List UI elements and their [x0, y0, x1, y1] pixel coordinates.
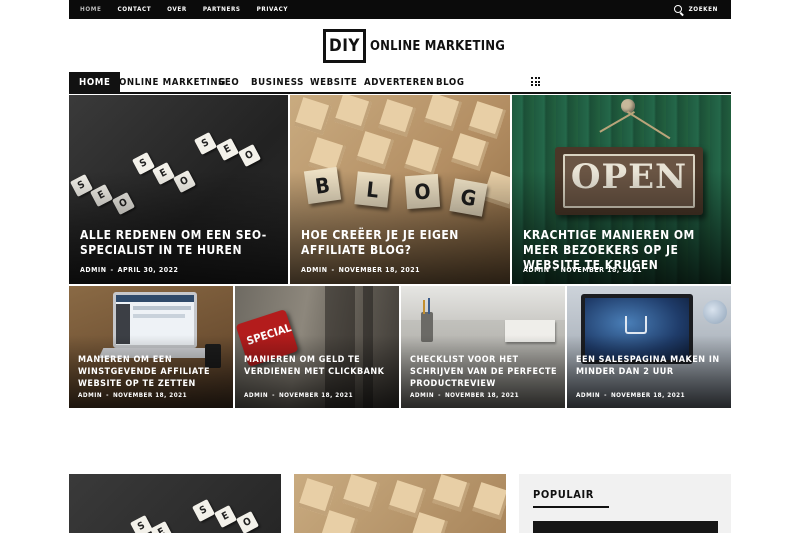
post-date: NOVEMBER 18, 2021 — [610, 392, 686, 399]
search-icon[interactable] — [673, 4, 684, 15]
post-author[interactable]: ADMIN — [78, 392, 102, 399]
post-card-1[interactable]: MANIEREN OM EEN WINSTGEVENDE AFFILIATE W… — [69, 286, 233, 408]
post-meta: ADMIN - NOVEMBER 18, 2021 — [576, 392, 686, 399]
post-card-3[interactable]: CHECKLIST VOOR HET SCHRIJVEN VAN DE PERF… — [401, 286, 565, 408]
featured-post-1[interactable]: S E O S E O S E O ALLE REDENEN OM EEN SE… — [69, 95, 288, 284]
top-menu-over[interactable]: OVER — [167, 6, 187, 13]
post-author[interactable]: ADMIN — [244, 392, 268, 399]
post-author[interactable]: ADMIN — [576, 392, 600, 399]
main-nav: HOME ONLINE MARKETING SEO BUSINESS WEBSI… — [69, 72, 731, 94]
top-menu-privacy[interactable]: PRIVACY — [257, 6, 288, 13]
top-bar: HOME CONTACT OVER PARTNERS PRIVACY ZOEKE… — [69, 0, 731, 19]
post-title[interactable]: MANIEREN OM EEN WINSTGEVENDE AFFILIATE W… — [78, 354, 228, 390]
post-meta: ADMIN - NOVEMBER 18, 2021 — [410, 392, 520, 399]
logo-mark: DIY — [323, 29, 366, 63]
top-menu-home[interactable]: HOME — [80, 6, 101, 13]
post-date: APRIL 30, 2022 — [117, 266, 179, 274]
top-menu: HOME CONTACT OVER PARTNERS PRIVACY — [80, 0, 304, 19]
mega-menu-grid-icon[interactable] — [531, 77, 540, 86]
post-date: NOVEMBER 18, 2021 — [278, 392, 354, 399]
sidebar-heading-underline — [533, 506, 609, 508]
post-card-2[interactable]: SPECIAL MANIEREN OM GELD TE VERDIENEN ME… — [235, 286, 399, 408]
post-meta: ADMIN - NOVEMBER 18, 2021 — [244, 392, 354, 399]
popular-sidebar: POPULAIR — [519, 474, 731, 533]
post-title[interactable]: CHECKLIST VOOR HET SCHRIJVEN VAN DE PERF… — [410, 354, 560, 390]
search-button[interactable]: ZOEKEN — [673, 0, 718, 19]
logo-mark-text: DIY — [329, 36, 360, 56]
nav-item-business[interactable]: BUSINESS — [251, 72, 304, 92]
post-title[interactable]: MANIEREN OM GELD TE VERDIENEN MET CLICKB… — [244, 354, 394, 378]
post-title[interactable]: HOE CREËER JE JE EIGEN AFFILIATE BLOG? — [301, 228, 506, 258]
post-author[interactable]: ADMIN — [410, 392, 434, 399]
post-thumbnail-seo[interactable]: S E S E O — [69, 474, 281, 533]
nav-item-blog[interactable]: BLOG — [436, 72, 465, 92]
site-logo[interactable]: DIY ONLINE MARKETING — [323, 29, 505, 63]
post-meta: ADMIN - APRIL 30, 2022 — [80, 266, 179, 274]
post-date: NOVEMBER 18, 2021 — [560, 266, 643, 274]
post-date: NOVEMBER 18, 2021 — [112, 392, 188, 399]
post-thumbnail-blog[interactable] — [294, 474, 506, 533]
nav-item-seo[interactable]: SEO — [218, 72, 239, 92]
post-meta: ADMIN - NOVEMBER 18, 2021 — [78, 392, 188, 399]
post-author[interactable]: ADMIN — [523, 266, 549, 274]
featured-post-3[interactable]: OPEN KRACHTIGE MANIEREN OM MEER BEZOEKER… — [512, 95, 731, 284]
post-card-4[interactable]: EEN SALESPAGINA MAKEN IN MINDER DAN 2 UU… — [567, 286, 731, 408]
sidebar-heading: POPULAIR — [533, 488, 595, 501]
post-author[interactable]: ADMIN — [80, 266, 106, 274]
search-label[interactable]: ZOEKEN — [689, 6, 718, 13]
popular-post-image[interactable] — [533, 521, 718, 533]
post-date: NOVEMBER 18, 2021 — [338, 266, 421, 274]
nav-item-adverteren[interactable]: ADVERTEREN — [364, 72, 434, 92]
logo-wordmark: ONLINE MARKETING — [370, 38, 506, 54]
featured-post-2[interactable]: B L O G HOE CREËER JE JE EIGEN AFFILIATE… — [290, 95, 510, 284]
nav-item-home[interactable]: HOME — [69, 72, 121, 92]
nav-item-online-marketing[interactable]: ONLINE MARKETING — [119, 72, 226, 92]
top-menu-contact[interactable]: CONTACT — [117, 6, 151, 13]
post-title[interactable]: ALLE REDENEN OM EEN SEO-SPECIALIST IN TE… — [80, 228, 285, 258]
post-author[interactable]: ADMIN — [301, 266, 327, 274]
post-title[interactable]: EEN SALESPAGINA MAKEN IN MINDER DAN 2 UU… — [576, 354, 726, 378]
nav-item-website[interactable]: WEBSITE — [310, 72, 357, 92]
post-date: NOVEMBER 18, 2021 — [444, 392, 520, 399]
top-menu-partners[interactable]: PARTNERS — [203, 6, 241, 13]
post-meta: ADMIN - NOVEMBER 18, 2021 — [523, 266, 643, 274]
post-meta: ADMIN - NOVEMBER 18, 2021 — [301, 266, 421, 274]
